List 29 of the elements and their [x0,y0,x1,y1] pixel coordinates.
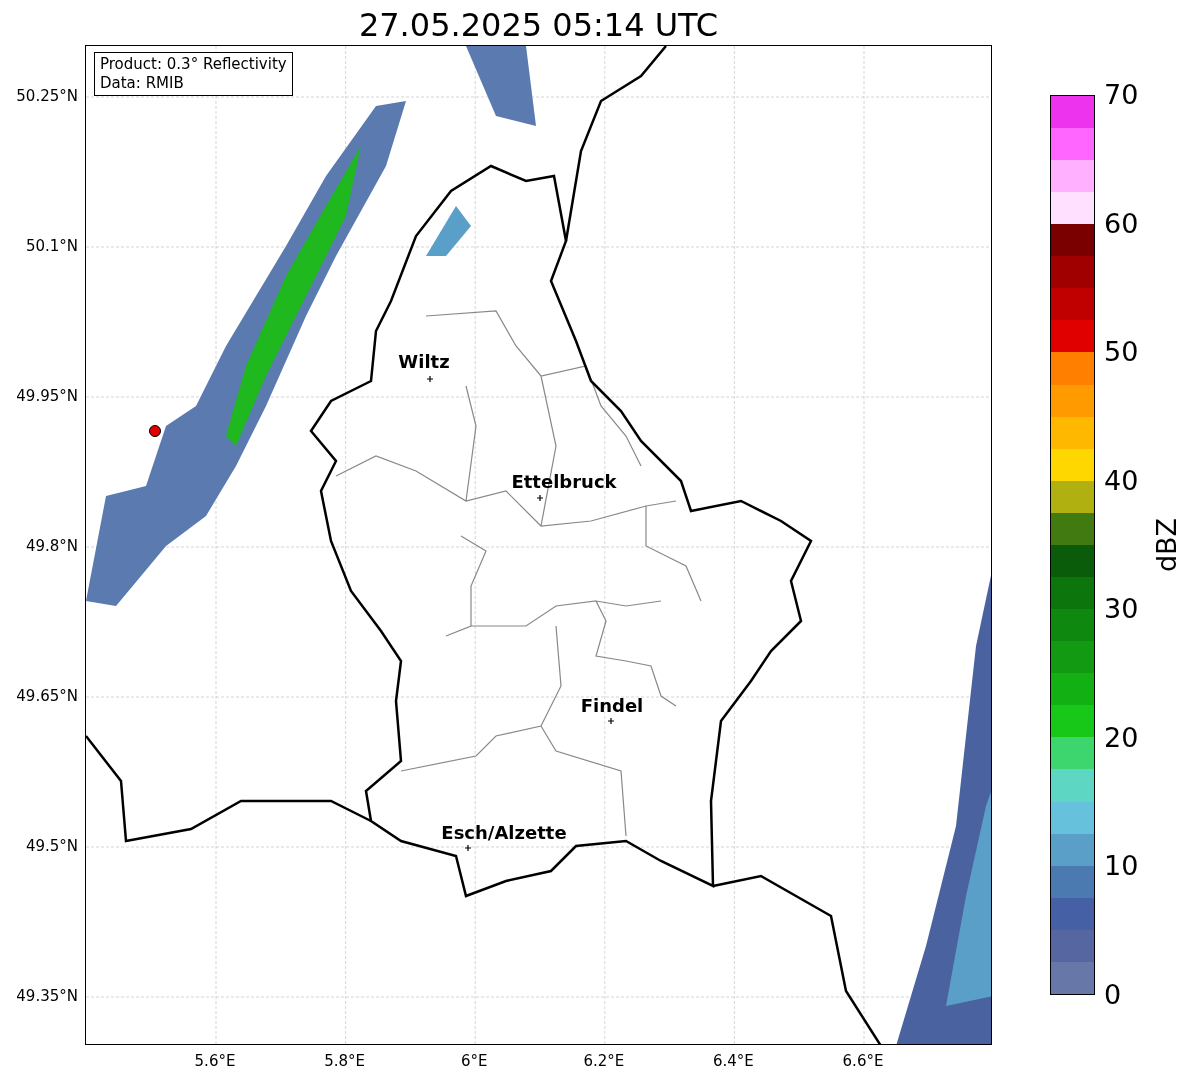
axis-tick-label: 6.4°E [712,1052,754,1070]
axis-tick-label: 50.1°N [25,237,78,255]
colorbar-tick-label: 30 [1104,595,1139,624]
city-label: Wiltz [398,352,450,372]
colorbar-tick-label: 60 [1104,209,1139,238]
colorbar-tick-label: 50 [1104,338,1139,367]
chart-title: 27.05.2025 05:14 UTC [357,5,720,46]
axis-tick-label: 49.5°N [25,837,78,855]
axis-tick-label: 5.8°E [324,1052,365,1070]
info-text: Product: 0.3° Reflectivity [100,55,287,74]
axis-tick-label: 6.2°E [583,1052,625,1070]
axis-tick-label: 49.35°N [16,987,78,1005]
axis-tick-label: 50.25°N [16,87,78,105]
axis-tick-label: 49.65°N [16,687,78,705]
colorbar-tick-label: 10 [1104,852,1139,881]
axis-tick-label: 6.6°E [842,1052,884,1070]
axis-tick-label: 49.8°N [25,537,78,555]
axis-tick-label: 49.95°N [16,387,78,405]
axis-tick-label: 6°E [460,1052,488,1070]
city-label: Ettelbruck [511,472,617,492]
colorbar-tick-label: 20 [1104,723,1139,752]
info-text: Data: RMIB [100,74,185,93]
colorbar-label: dBZ [1152,517,1183,573]
city-label: Esch/Alzette [441,823,567,843]
colorbar-tick-label: 0 [1104,980,1123,1009]
colorbar-tick-label: 70 [1104,81,1139,109]
axis-tick-label: 5.6°E [194,1052,236,1070]
colorbar-tick-label: 40 [1104,466,1139,495]
city-label: Findel [580,696,644,716]
